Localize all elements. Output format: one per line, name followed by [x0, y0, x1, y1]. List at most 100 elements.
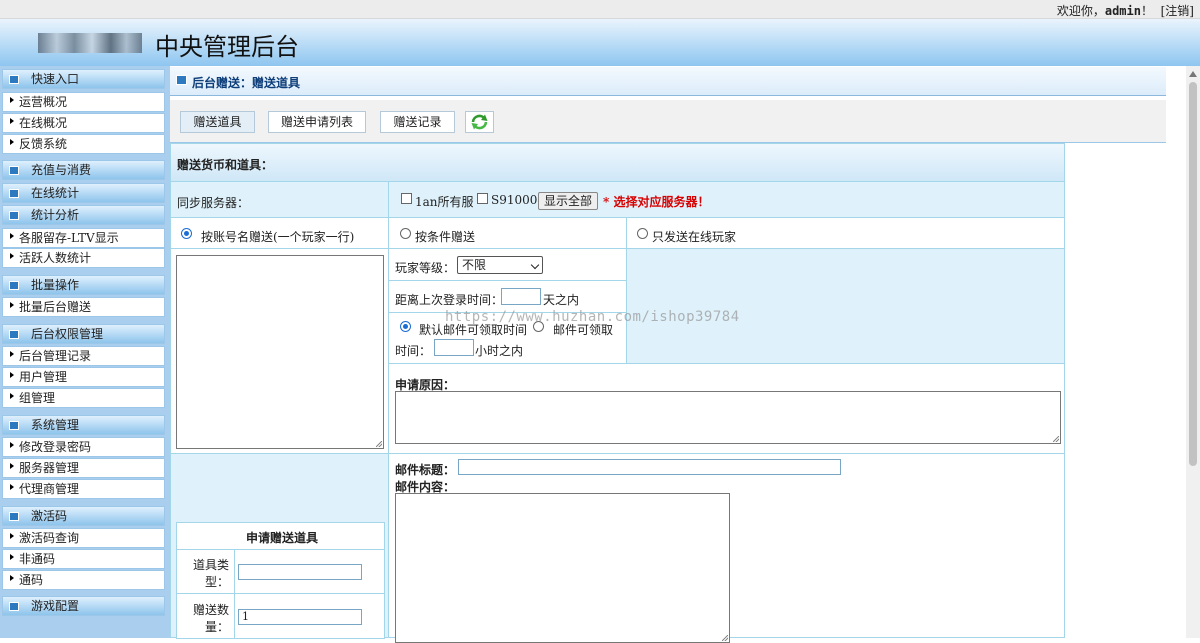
player-level-cell: 玩家等级： 不限 — [388, 248, 627, 281]
sidebar-item-batch-gift[interactable]: 批量后台赠送 — [2, 297, 165, 317]
chevron-down-icon — [530, 260, 540, 270]
sidebar-item-change-password[interactable]: 修改登录密码 — [2, 437, 165, 457]
sidebar-item-server-management[interactable]: 服务器管理 — [2, 458, 165, 478]
last-login-cell: 距离上次登录时间： 天之内 — [388, 280, 627, 313]
tab-gift-requests[interactable]: 赠送申请列表 — [268, 111, 366, 133]
sidebar-item-online-overview[interactable]: 在线概况 — [2, 113, 165, 133]
tab-gift-items[interactable]: 赠送道具 — [180, 111, 255, 133]
sidebar-section-game-config[interactable]: 游戏配置 — [2, 596, 165, 616]
tab-gift-records[interactable]: 赠送记录 — [380, 111, 455, 133]
sidebar-item-label: 在线概况 — [19, 116, 68, 130]
item-request-title: 申请赠送道具 — [246, 531, 319, 545]
sidebar-item-retention[interactable]: 各服留存-LTV显示 — [2, 228, 165, 248]
section-icon — [9, 330, 19, 339]
server-warning: * 选择对应服务器！ — [603, 195, 710, 209]
sidebar-section-recharge[interactable]: 充值与消费 — [2, 160, 165, 180]
breadcrumb-text: 后台赠送：赠送道具 — [192, 76, 301, 90]
server-checkbox-1an[interactable] — [401, 193, 412, 204]
item-type-input[interactable] — [238, 564, 362, 580]
mail-custom-radio[interactable] — [533, 321, 544, 332]
sidebar-section-quick[interactable]: 快速入口 — [2, 69, 165, 89]
mail-title-label: 邮件标题： — [395, 463, 456, 477]
section-icon — [9, 166, 19, 175]
mail-title-input[interactable] — [458, 459, 841, 475]
vertical-scrollbar[interactable] — [1186, 66, 1200, 638]
scroll-up-icon[interactable] — [1189, 71, 1197, 77]
quantity-label-1: 赠送数 — [193, 603, 230, 617]
sidebar-section-batch[interactable]: 批量操作 — [2, 275, 165, 295]
mode-account-cell: 按账号名赠送(一个玩家一行) — [170, 217, 389, 249]
account-list-textarea[interactable] — [176, 255, 384, 449]
sidebar-item-label: 修改登录密码 — [19, 440, 92, 454]
sidebar-section-activation-codes[interactable]: 激活码 — [2, 506, 165, 526]
mode-condition-label: 按条件赠送 — [415, 230, 476, 244]
mail-hours-input[interactable] — [434, 339, 474, 356]
player-level-select[interactable]: 不限 — [457, 256, 543, 274]
quantity-label-cell: 赠送数 量： — [176, 593, 235, 639]
section-icon — [9, 602, 19, 611]
reason-cell: 申请原因： — [388, 363, 1065, 454]
sidebar-item-user-management[interactable]: 用户管理 — [2, 367, 165, 387]
arrow-right-icon — [10, 533, 14, 539]
server-label-s910001: S910001 — [491, 193, 546, 207]
last-login-unit: 天之内 — [543, 293, 580, 307]
last-login-days-input[interactable] — [501, 288, 541, 305]
server-checkbox-s910001[interactable] — [477, 193, 488, 204]
breadcrumb-icon — [176, 75, 187, 85]
mail-default-radio[interactable] — [400, 321, 411, 332]
welcome-suffix: ！ — [1140, 4, 1153, 18]
sidebar-item-universal-code[interactable]: 通码 — [2, 570, 165, 590]
condition-empty-cell — [626, 248, 1065, 364]
mode-online-radio[interactable] — [637, 228, 648, 239]
account-list-cell — [170, 248, 389, 454]
mode-account-radio[interactable] — [181, 228, 192, 239]
sidebar-section-stats[interactable]: 统计分析 — [2, 205, 165, 225]
section-icon — [9, 281, 19, 290]
reason-textarea[interactable] — [395, 391, 1061, 444]
logout-link[interactable]: [注销] — [1161, 4, 1194, 18]
sidebar-item-overview[interactable]: 运营概况 — [2, 92, 165, 112]
mail-time-cell: 默认邮件可领取时间 邮件可领取 时间： 小时之内 — [388, 312, 627, 364]
mail-cell: 邮件标题： 邮件内容： — [388, 453, 1065, 643]
sidebar-section-system[interactable]: 系统管理 — [2, 415, 165, 435]
section-icon — [9, 512, 19, 521]
sidebar-item-label: 各服留存-LTV显示 — [19, 231, 119, 245]
sidebar-section-label: 激活码 — [31, 509, 68, 523]
sidebar-section-online[interactable]: 在线统计 — [2, 183, 165, 203]
refresh-icon — [471, 114, 488, 130]
arrow-right-icon — [10, 484, 14, 490]
last-login-label: 距离上次登录时间： — [395, 293, 504, 307]
quantity-label-2: 量： — [205, 620, 230, 634]
sidebar-section-label: 后台权限管理 — [31, 327, 104, 341]
refresh-button[interactable] — [465, 111, 494, 133]
section-icon — [9, 421, 19, 430]
header-banner: 中央管理后台 — [0, 19, 1200, 66]
sidebar-item-feedback[interactable]: 反馈系统 — [2, 134, 165, 154]
sidebar-item-label: 代理商管理 — [19, 482, 80, 496]
form-section-header: 赠送货币和道具： — [170, 143, 1065, 182]
sidebar-item-code-query[interactable]: 激活码查询 — [2, 528, 165, 548]
quantity-input[interactable]: 1 — [238, 609, 362, 625]
sidebar-section-label: 游戏配置 — [31, 599, 80, 613]
sidebar-item-active-users[interactable]: 活跃人数统计 — [2, 248, 165, 268]
sidebar-item-label: 活跃人数统计 — [19, 251, 92, 265]
sidebar-item-agent-management[interactable]: 代理商管理 — [2, 479, 165, 499]
sidebar-item-non-universal-code[interactable]: 非通码 — [2, 549, 165, 569]
player-level-value: 不限 — [462, 258, 487, 272]
arrow-right-icon — [10, 575, 14, 581]
breadcrumb: 后台赠送：赠送道具 — [170, 67, 1166, 96]
sidebar-section-label: 系统管理 — [31, 418, 80, 432]
mode-condition-radio[interactable] — [400, 228, 411, 239]
main-content: 后台赠送：赠送道具 赠送道具 赠送申请列表 赠送记录 赠送货币和道具： 同步服务… — [170, 66, 1186, 643]
arrow-right-icon — [10, 302, 14, 308]
mail-content-textarea[interactable] — [395, 493, 730, 643]
section-icon — [9, 211, 19, 220]
sidebar-section-permissions[interactable]: 后台权限管理 — [2, 324, 165, 344]
sidebar-item-group-management[interactable]: 组管理 — [2, 388, 165, 408]
sidebar-item-admin-log[interactable]: 后台管理记录 — [2, 346, 165, 366]
sidebar-section-label: 统计分析 — [31, 208, 80, 222]
arrow-right-icon — [10, 554, 14, 560]
show-all-button[interactable]: 显示全部 — [538, 192, 599, 210]
arrow-right-icon — [10, 253, 14, 259]
scrollbar-thumb[interactable] — [1189, 82, 1197, 466]
